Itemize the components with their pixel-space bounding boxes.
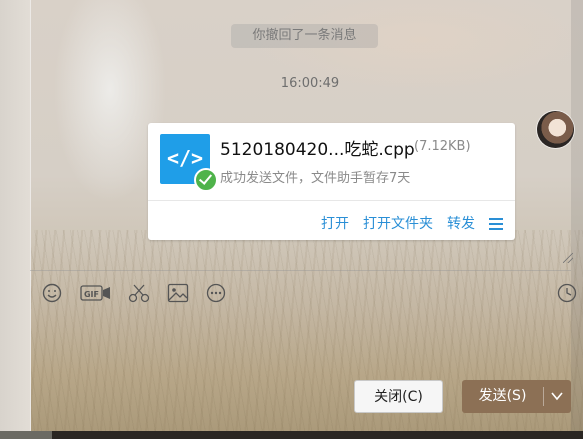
history-clock-icon[interactable] — [556, 283, 578, 303]
check-icon — [194, 168, 218, 192]
input-divider[interactable] — [30, 270, 571, 271]
chevron-down-icon[interactable] — [550, 390, 564, 402]
file-actions: 打开 打开文件夹 转发 — [321, 213, 503, 233]
file-name[interactable]: 5120180420...吃蛇.cpp — [220, 135, 415, 160]
send-button-separator — [543, 387, 544, 406]
gif-label: GIF — [84, 290, 99, 299]
scrollbar-track[interactable] — [571, 0, 583, 439]
file-message-card[interactable]: </> 5120180420...吃蛇.cpp (7.12KB) 成功发送文件，… — [148, 123, 515, 240]
close-button[interactable]: 关闭(C) — [354, 380, 443, 413]
file-status: 成功发送文件，文件助手暂存7天 — [220, 171, 411, 186]
send-button-label[interactable]: 发送(S) — [462, 380, 543, 413]
avatar[interactable] — [537, 111, 574, 148]
open-file-link[interactable]: 打开 — [321, 213, 349, 233]
more-icon[interactable] — [205, 283, 227, 303]
open-folder-link[interactable]: 打开文件夹 — [363, 213, 433, 233]
send-button[interactable]: 发送(S) — [462, 380, 571, 413]
scissors-icon[interactable] — [128, 283, 150, 303]
message-timestamp: 16:00:49 — [280, 76, 340, 91]
image-icon[interactable] — [167, 283, 189, 303]
window-left-edge — [0, 0, 31, 439]
taskbar-strip-light — [0, 431, 52, 439]
resize-grip-icon[interactable] — [563, 253, 573, 263]
card-divider — [148, 200, 515, 201]
file-size: (7.12KB) — [414, 139, 471, 154]
recall-notice: 你撤回了一条消息 — [231, 24, 378, 48]
gif-icon[interactable]: GIF — [80, 283, 112, 303]
taskbar-strip — [0, 431, 583, 439]
forward-link[interactable]: 转发 — [447, 213, 475, 233]
emoji-icon[interactable] — [41, 283, 63, 303]
menu-icon[interactable] — [489, 218, 503, 230]
